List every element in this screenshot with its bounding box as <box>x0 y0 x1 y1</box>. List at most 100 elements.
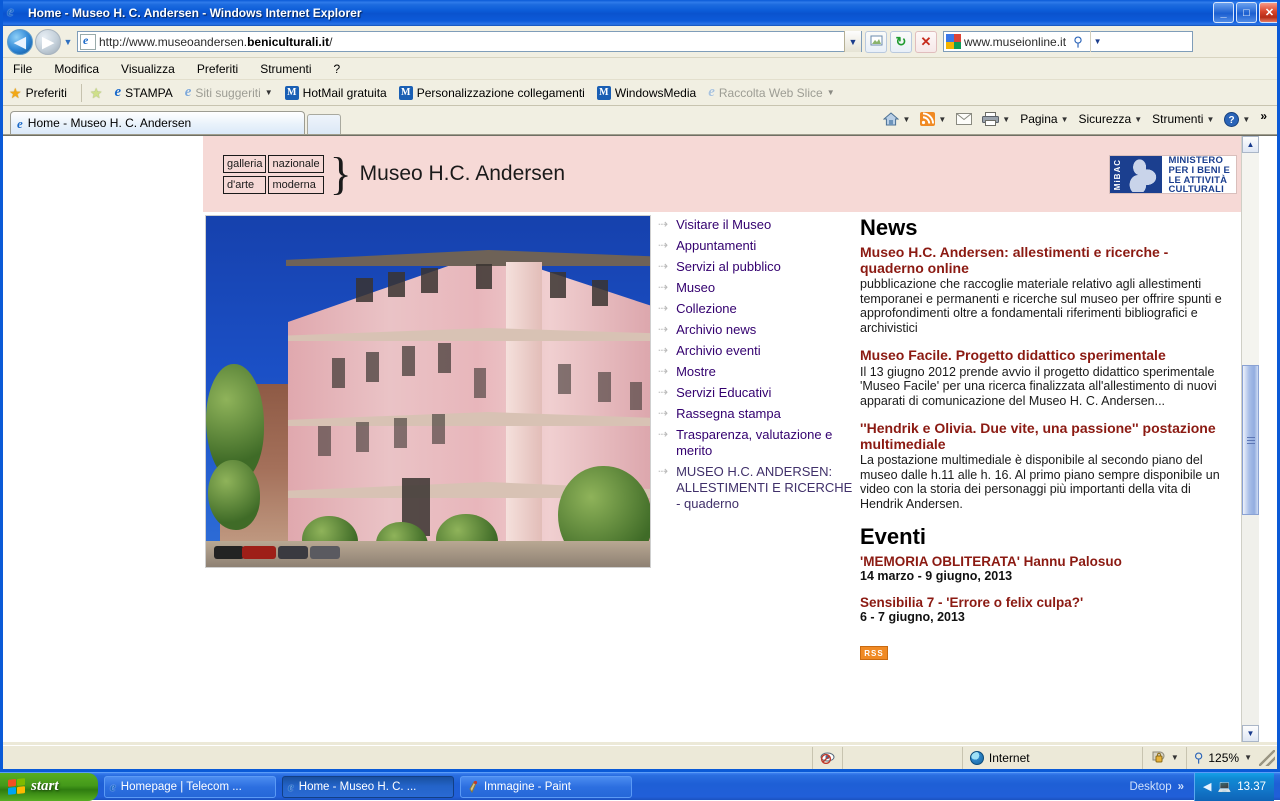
print-button[interactable]: ▼ <box>978 110 1014 128</box>
nav-item-label: MUSEO H.C. ANDERSEN: ALLESTIMENTI E RICE… <box>676 464 858 512</box>
favorites-button[interactable]: ★ Preferiti <box>9 86 67 100</box>
maximize-button[interactable]: □ <box>1236 2 1257 23</box>
favorites-item-web-slice[interactable]: e Raccolta Web Slice ▼ <box>708 85 834 100</box>
chevron-down-icon[interactable]: ▼ <box>902 115 910 124</box>
minimize-button[interactable]: _ <box>1213 2 1234 23</box>
forward-button[interactable]: ▶ <box>35 29 61 55</box>
command-bar-overflow-button[interactable]: » <box>1256 107 1271 131</box>
nav-item-servizi-educativi[interactable]: ⇢ Servizi Educativi <box>658 385 858 401</box>
rss-button[interactable]: RSS <box>860 646 888 660</box>
nav-item-rassegna-stampa[interactable]: ⇢ Rassegna stampa <box>658 406 858 422</box>
menu-item-file[interactable]: File <box>13 62 32 76</box>
favorites-item-stampa[interactable]: e STAMPA <box>114 85 172 100</box>
security-menu-button[interactable]: Sicurezza ▼ <box>1075 110 1147 128</box>
news-heading: News <box>860 215 1232 241</box>
news-item[interactable]: ''Hendrik e Olivia. Due vite, una passio… <box>860 421 1232 511</box>
chevron-down-icon[interactable]: ▼ <box>1242 115 1250 124</box>
close-button[interactable]: ✕ <box>1259 2 1280 23</box>
news-item[interactable]: Museo Facile. Progetto didattico sperime… <box>860 348 1232 408</box>
tools-menu-button[interactable]: Strumenti ▼ <box>1148 110 1218 128</box>
security-zone[interactable]: Internet <box>962 747 1142 769</box>
scroll-down-button[interactable]: ▼ <box>1242 725 1259 742</box>
chevron-down-icon[interactable]: ▼ <box>1244 753 1252 762</box>
favorites-item-siti-suggeriti[interactable]: e Siti suggeriti ▼ <box>185 85 273 100</box>
chevron-down-icon[interactable]: ▼ <box>1206 115 1214 124</box>
popup-blocked-indicator[interactable] <box>812 747 842 769</box>
refresh-icon[interactable]: ↻ <box>890 31 912 53</box>
event-item[interactable]: Sensibilia 7 - 'Errore o felix culpa?' 6… <box>860 595 1232 624</box>
taskbar-item-paint[interactable]: Immagine - Paint <box>460 776 632 798</box>
nav-item-trasparenza[interactable]: ⇢ Trasparenza, valutazione e merito <box>658 427 858 459</box>
favorites-item-personalizzazione[interactable]: M Personalizzazione collegamenti <box>399 86 585 100</box>
page-menu-button[interactable]: Pagina ▼ <box>1016 110 1072 128</box>
mail-button[interactable] <box>952 111 976 127</box>
nav-item-museo[interactable]: ⇢ Museo <box>658 280 858 296</box>
favorites-add-icon[interactable]: ★ <box>90 86 103 100</box>
site-logo[interactable]: galleria nazionale d'arte moderna } Muse… <box>223 155 565 194</box>
desktop-toolbar[interactable]: Desktop » <box>1129 781 1188 793</box>
nav-item-archivio-news[interactable]: ⇢ Archivio news <box>658 322 858 338</box>
chevron-down-icon[interactable]: ▼ <box>1134 115 1142 124</box>
url-input[interactable]: e http://www.museoandersen.beniculturali… <box>77 31 862 52</box>
start-button[interactable]: start <box>0 773 98 801</box>
network-icon[interactable]: 💻 <box>1218 780 1232 793</box>
photo-window <box>394 418 407 448</box>
nav-item-mostre[interactable]: ⇢ Mostre <box>658 364 858 380</box>
url-dropdown-caret-icon[interactable]: ▼ <box>844 31 861 52</box>
back-button[interactable]: ◀ <box>7 29 33 55</box>
menu-item-strumenti[interactable]: Strumenti <box>260 62 311 76</box>
compatibility-view-icon[interactable] <box>865 31 887 53</box>
nav-item-appuntamenti[interactable]: ⇢ Appuntamenti <box>658 238 858 254</box>
stop-icon[interactable]: ✕ <box>915 31 937 53</box>
page-scrollbar[interactable]: ▲ ▼ <box>1241 136 1259 742</box>
photo-tree <box>208 460 260 530</box>
nav-item-quaderno[interactable]: ⇢ MUSEO H.C. ANDERSEN: ALLESTIMENTI E RI… <box>658 464 858 512</box>
menu-item-help[interactable]: ? <box>334 62 341 76</box>
internet-explorer-icon: e <box>7 5 23 21</box>
clock[interactable]: 13.37 <box>1237 781 1266 793</box>
recent-pages-caret-icon[interactable]: ▼ <box>61 37 75 47</box>
nav-item-label: Appuntamenti <box>676 238 756 254</box>
ministry-logo[interactable]: MiBAC MINISTERO PER I BENI E LE ATTIVITÀ… <box>1109 155 1237 194</box>
favorites-item-hotmail[interactable]: M HotMail gratuita <box>285 86 387 100</box>
nav-item-label: Servizi al pubblico <box>676 259 781 275</box>
favorites-bar: ★ Preferiti ★ e STAMPA e Siti suggeriti … <box>3 80 1277 106</box>
toolbar-overflow-icon[interactable]: » <box>1178 781 1184 793</box>
help-menu-button[interactable]: ? ▼ <box>1220 110 1254 129</box>
show-hidden-icons-button[interactable]: ◀ <box>1203 780 1211 793</box>
chevron-down-icon[interactable]: ▼ <box>1061 115 1069 124</box>
photo-window <box>388 272 405 297</box>
protected-mode-indicator[interactable]: ▼ <box>1142 747 1186 769</box>
menu-item-preferiti[interactable]: Preferiti <box>197 62 238 76</box>
feeds-button[interactable]: ▼ <box>916 110 950 128</box>
chevron-down-icon[interactable]: ▼ <box>1171 753 1179 762</box>
nav-item-collezione[interactable]: ⇢ Collezione <box>658 301 858 317</box>
taskbar-item-telecom[interactable]: e Homepage | Telecom ... <box>104 776 276 798</box>
chevron-down-icon[interactable]: ▼ <box>827 88 835 97</box>
chevron-down-icon[interactable]: ▼ <box>938 115 946 124</box>
search-input[interactable]: www.museionline.it ⚲ ▼ <box>943 31 1193 52</box>
tab-home-museo-andersen[interactable]: e Home - Museo H. C. Andersen <box>10 111 305 134</box>
home-button[interactable]: ▼ <box>879 110 914 128</box>
nav-item-visitare-il-museo[interactable]: ⇢ Visitare il Museo <box>658 217 858 233</box>
menu-item-visualizza[interactable]: Visualizza <box>121 62 175 76</box>
menu-item-modifica[interactable]: Modifica <box>54 62 99 76</box>
chevron-down-icon[interactable]: ▼ <box>265 88 273 97</box>
search-button[interactable]: ⚲ <box>1066 31 1090 52</box>
nav-item-archivio-eventi[interactable]: ⇢ Archivio eventi <box>658 343 858 359</box>
nav-item-servizi-al-pubblico[interactable]: ⇢ Servizi al pubblico <box>658 259 858 275</box>
taskbar-item-museo-andersen[interactable]: e Home - Museo H. C. ... <box>282 776 454 798</box>
zoom-control[interactable]: ⚲ 125% ▼ <box>1186 747 1259 769</box>
scroll-up-button[interactable]: ▲ <box>1242 136 1259 153</box>
scrollbar-thumb[interactable] <box>1242 365 1259 515</box>
scrollbar-track[interactable] <box>1242 153 1259 365</box>
event-item[interactable]: 'MEMORIA OBLITERATA' Hannu Palosuo 14 ma… <box>860 554 1232 583</box>
news-item[interactable]: Museo H.C. Andersen: allestimenti e rice… <box>860 245 1232 335</box>
favorites-item-windowsmedia[interactable]: M WindowsMedia <box>597 86 696 100</box>
new-tab-button[interactable] <box>307 114 341 134</box>
favorites-item-label: WindowsMedia <box>615 86 696 100</box>
search-dropdown-caret-icon[interactable]: ▼ <box>1090 31 1104 52</box>
resize-grip[interactable] <box>1259 750 1275 766</box>
event-item-title: Sensibilia 7 - 'Errore o felix culpa?' <box>860 595 1232 610</box>
chevron-down-icon[interactable]: ▼ <box>1002 115 1010 124</box>
